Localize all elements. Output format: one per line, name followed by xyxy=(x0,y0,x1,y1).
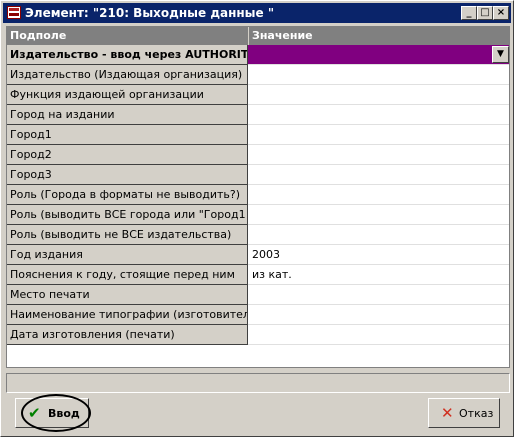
subfield-label[interactable]: Город2 xyxy=(7,145,248,165)
table-row[interactable]: Город1 xyxy=(7,125,509,145)
table-row[interactable]: Роль (выводить не ВСЕ издательства) xyxy=(7,225,509,245)
subfield-value[interactable] xyxy=(248,45,509,65)
table-row[interactable]: Наименование типографии (изготовителя) xyxy=(7,305,509,325)
minimize-button[interactable]: _ xyxy=(461,6,477,20)
subfield-value[interactable] xyxy=(248,105,509,125)
table-row[interactable]: Город2 xyxy=(7,145,509,165)
subfield-label[interactable]: Город1 xyxy=(7,125,248,145)
cancel-button-label: Отказ xyxy=(459,407,494,420)
subfield-grid: Подполе Значение Издательство - ввод чер… xyxy=(6,26,510,368)
table-row[interactable]: Дата изготовления (печати) xyxy=(7,325,509,345)
subfield-value[interactable] xyxy=(248,185,509,205)
close-button[interactable]: × xyxy=(493,6,509,20)
subfield-label[interactable]: Город3 xyxy=(7,165,248,185)
column-header-field[interactable]: Подполе xyxy=(7,27,249,45)
subfield-value[interactable] xyxy=(248,305,509,325)
subfield-value[interactable] xyxy=(248,165,509,185)
app-icon xyxy=(7,6,21,19)
ok-button-label: Ввод xyxy=(48,407,80,420)
dialog-window: Элемент: "210: Выходные данные " _ □ × П… xyxy=(0,0,514,437)
subfield-label[interactable]: Издательство - ввод через AUTHORITY-фай xyxy=(7,45,248,65)
subfield-value[interactable]: 2003 xyxy=(248,245,509,265)
table-row[interactable]: Роль (выводить ВСЕ города или "Город1 и … xyxy=(7,205,509,225)
table-row[interactable]: Город3 xyxy=(7,165,509,185)
subfield-label[interactable]: Пояснения к году, стоящие перед ним xyxy=(7,265,248,285)
subfield-label[interactable]: Роль (выводить ВСЕ города или "Город1 и … xyxy=(7,205,248,225)
maximize-button[interactable]: □ xyxy=(477,6,493,20)
subfield-value[interactable] xyxy=(248,205,509,225)
status-bar xyxy=(6,373,510,393)
subfield-value[interactable] xyxy=(248,125,509,145)
window-title: Элемент: "210: Выходные данные " xyxy=(25,6,275,20)
subfield-label[interactable]: Год издания xyxy=(7,245,248,265)
subfield-label[interactable]: Наименование типографии (изготовителя) xyxy=(7,305,248,325)
subfield-label[interactable]: Город на издании xyxy=(7,105,248,125)
table-row[interactable]: Город на издании xyxy=(7,105,509,125)
column-header-value[interactable]: Значение xyxy=(249,27,509,45)
subfield-value[interactable] xyxy=(248,325,509,345)
subfield-label[interactable]: Дата изготовления (печати) xyxy=(7,325,248,345)
table-row[interactable]: Год издания 2003 xyxy=(7,245,509,265)
subfield-value[interactable] xyxy=(248,65,509,85)
title-bar[interactable]: Элемент: "210: Выходные данные " _ □ × xyxy=(3,3,511,23)
subfield-label[interactable]: Функция издающей организации xyxy=(7,85,248,105)
subfield-value[interactable]: из кат. xyxy=(248,265,509,285)
cancel-button[interactable]: ✕ Отказ xyxy=(428,398,500,428)
subfield-value[interactable] xyxy=(248,145,509,165)
subfield-label[interactable]: Роль (выводить не ВСЕ издательства) xyxy=(7,225,248,245)
ok-button[interactable]: ✔ Ввод xyxy=(15,398,89,428)
checkmark-icon: ✔ xyxy=(28,404,41,422)
subfield-value[interactable] xyxy=(248,285,509,305)
table-row[interactable]: Издательство - ввод через AUTHORITY-фай ▼ xyxy=(7,45,509,65)
x-icon: ✕ xyxy=(441,404,454,422)
dropdown-arrow-icon[interactable]: ▼ xyxy=(492,46,509,63)
table-row[interactable]: Роль (Города в форматы не выводить?) xyxy=(7,185,509,205)
subfield-value[interactable] xyxy=(248,85,509,105)
subfield-label[interactable]: Место печати xyxy=(7,285,248,305)
subfield-value[interactable] xyxy=(248,225,509,245)
table-row[interactable]: Место печати xyxy=(7,285,509,305)
table-row[interactable]: Пояснения к году, стоящие перед ним из ка… xyxy=(7,265,509,285)
table-row[interactable]: Функция издающей организации xyxy=(7,85,509,105)
table-row[interactable]: Издательство (Издающая организация) xyxy=(7,65,509,85)
subfield-label[interactable]: Роль (Города в форматы не выводить?) xyxy=(7,185,248,205)
subfield-label[interactable]: Издательство (Издающая организация) xyxy=(7,65,248,85)
